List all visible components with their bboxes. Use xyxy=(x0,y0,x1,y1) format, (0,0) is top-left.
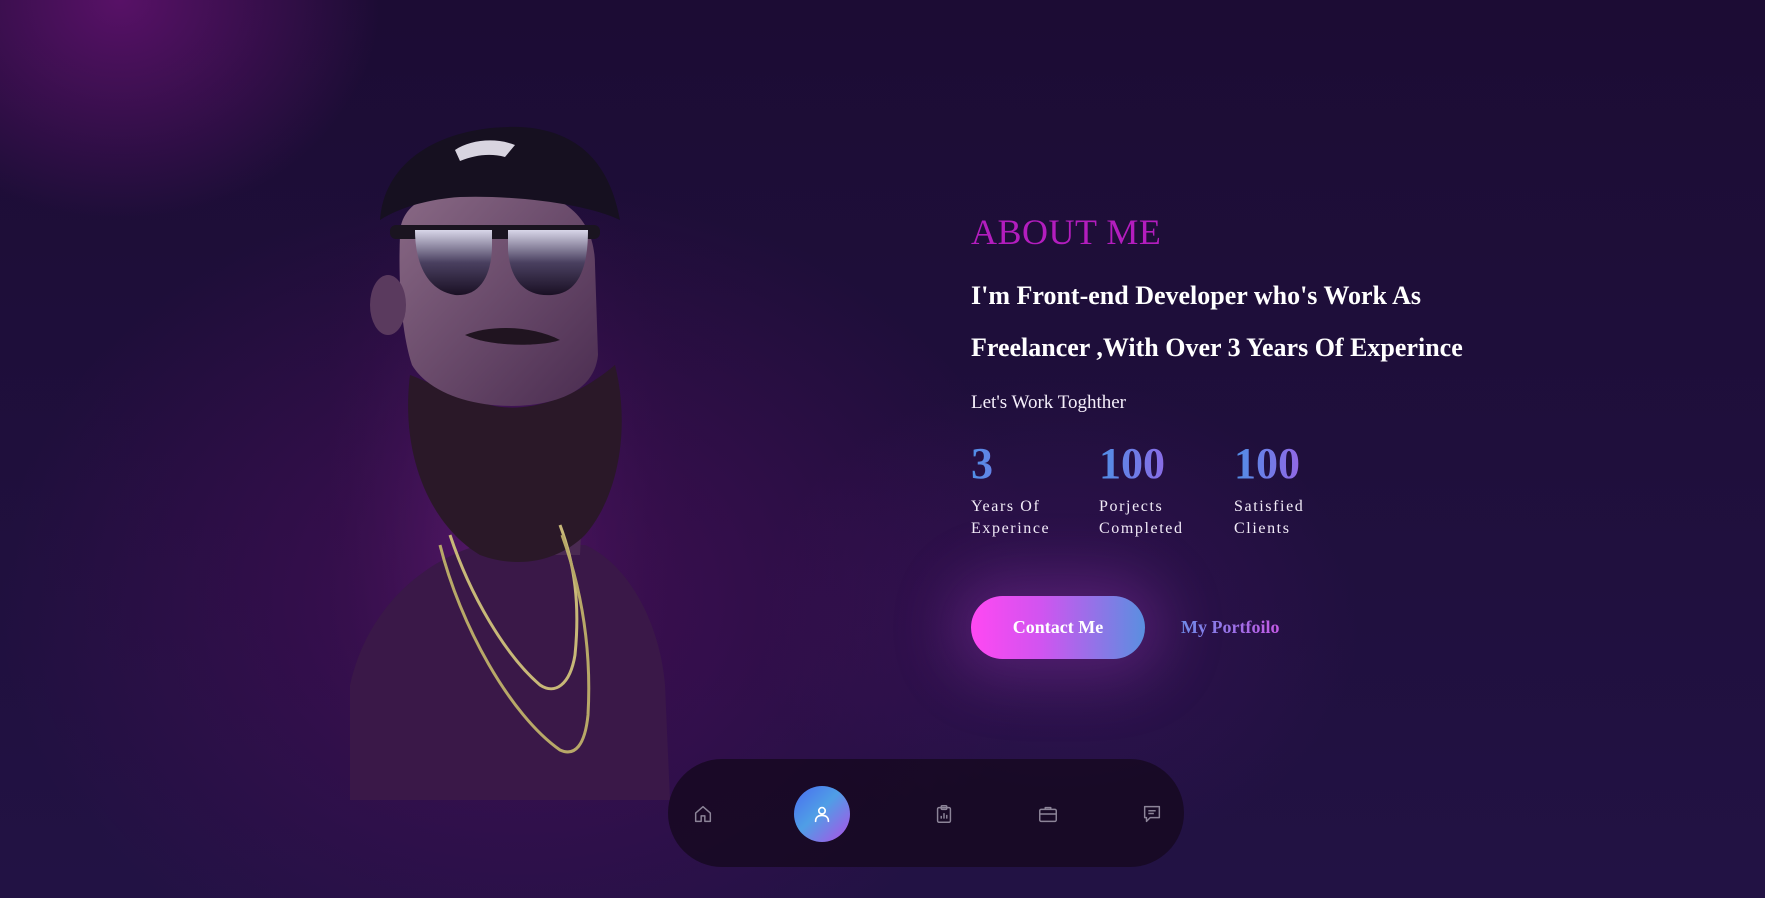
tagline: Let's Work Toghther xyxy=(971,392,1127,413)
headline-line-2: Freelancer ,With Over 3 Years Of Experin… xyxy=(971,333,1463,362)
stat-label: Satisfied Clients xyxy=(1234,496,1354,540)
stat-label-line: Completed xyxy=(1099,520,1184,537)
stat-value: 100 xyxy=(1234,440,1354,488)
stat-projects: 100 Porjects Completed xyxy=(1099,440,1234,540)
clipboard-chart-icon xyxy=(936,805,952,823)
stat-years: 3 Years Of Experince xyxy=(971,440,1099,540)
section-title: ABOUT ME xyxy=(971,212,1162,252)
stat-label: Years Of Experince xyxy=(971,496,1099,540)
stat-value: 100 xyxy=(1099,440,1234,488)
headline-line-1: I'm Front-end Developer who's Work As xyxy=(971,281,1421,310)
stat-label-line: Experince xyxy=(971,520,1051,537)
about-section: ABOUT ME I'm Front-end Developer who's W… xyxy=(971,210,1611,659)
bottom-nav xyxy=(668,759,1184,867)
message-icon xyxy=(1143,805,1161,823)
nav-about[interactable] xyxy=(794,786,850,842)
stat-label-line: Years Of xyxy=(971,498,1041,515)
nav-home[interactable] xyxy=(675,786,731,842)
actions: Contact Me My Portfoilo xyxy=(971,596,1611,659)
stat-label-line: Porjects xyxy=(1099,498,1164,515)
headline: I'm Front-end Developer who's Work As Fr… xyxy=(971,270,1611,374)
nav-resume[interactable] xyxy=(916,786,972,842)
stat-clients: 100 Satisfied Clients xyxy=(1234,440,1354,540)
nav-portfolio[interactable] xyxy=(1020,786,1076,842)
my-portfolio-link[interactable]: My Portfoilo xyxy=(1181,617,1279,638)
user-icon xyxy=(814,806,830,823)
stat-label-line: Satisfied xyxy=(1234,498,1305,515)
stat-label-line: Clients xyxy=(1234,520,1291,537)
profile-photo xyxy=(330,125,700,800)
stat-label: Porjects Completed xyxy=(1099,496,1234,540)
nav-contact[interactable] xyxy=(1124,786,1180,842)
briefcase-icon xyxy=(1039,806,1057,823)
home-icon xyxy=(694,805,712,823)
stat-value: 3 xyxy=(971,440,1099,488)
contact-me-button[interactable]: Contact Me xyxy=(971,596,1145,659)
stats-row: 3 Years Of Experince 100 Porjects Comple… xyxy=(971,440,1611,540)
